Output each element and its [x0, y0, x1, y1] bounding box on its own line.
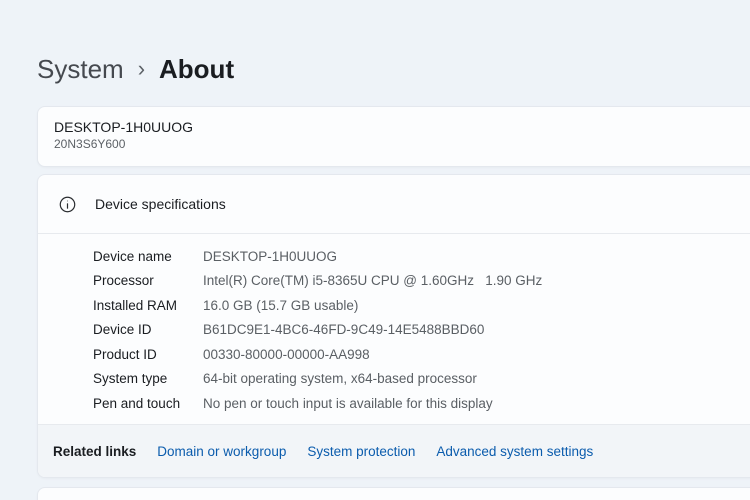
device-model: 20N3S6Y600	[54, 137, 750, 152]
spec-value: 00330-80000-00000-AA998	[203, 347, 370, 362]
spec-value: 16.0 GB (15.7 GB usable)	[203, 298, 358, 313]
spec-row-pen-and-touch: Pen and touch No pen or touch input is a…	[93, 391, 750, 416]
spec-row-device-id: Device ID B61DC9E1-4BC6-46FD-9C49-14E548…	[93, 318, 750, 343]
section-title: Device specifications	[95, 196, 226, 212]
link-system-protection[interactable]: System protection	[307, 444, 415, 459]
device-name: DESKTOP-1H0UUOG	[54, 118, 750, 136]
spec-value: No pen or touch input is available for t…	[203, 396, 493, 411]
spec-row-installed-ram: Installed RAM 16.0 GB (15.7 GB usable)	[93, 293, 750, 318]
breadcrumb-system[interactable]: System	[37, 53, 124, 85]
spec-row-product-id: Product ID 00330-80000-00000-AA998	[93, 342, 750, 367]
spec-label: Processor	[93, 273, 203, 288]
breadcrumb: System › About	[37, 52, 234, 85]
spec-row-device-name: Device name DESKTOP-1H0UUOG	[93, 244, 750, 269]
link-domain-or-workgroup[interactable]: Domain or workgroup	[157, 444, 286, 459]
info-icon	[59, 196, 76, 213]
spec-value: B61DC9E1-4BC6-46FD-9C49-14E5488BBD60	[203, 322, 484, 337]
spec-label: Device ID	[93, 322, 203, 337]
related-links-row: Related links Domain or workgroup System…	[38, 424, 750, 477]
link-advanced-system-settings[interactable]: Advanced system settings	[436, 444, 593, 459]
related-links-title: Related links	[53, 444, 136, 459]
chevron-right-icon: ›	[138, 52, 145, 85]
spec-label: Pen and touch	[93, 396, 203, 411]
page-title: About	[159, 53, 234, 85]
spec-value: 64-bit operating system, x64-based proce…	[203, 371, 477, 386]
spec-label: Device name	[93, 249, 203, 264]
spec-table: Device name DESKTOP-1H0UUOG Processor In…	[38, 234, 750, 425]
spec-label: System type	[93, 371, 203, 386]
next-section-card[interactable]	[37, 487, 750, 500]
spec-label: Product ID	[93, 347, 203, 362]
spec-value: DESKTOP-1H0UUOG	[203, 249, 337, 264]
device-specifications-header[interactable]: Device specifications	[38, 175, 750, 233]
spec-label: Installed RAM	[93, 298, 203, 313]
spec-row-processor: Processor Intel(R) Core(TM) i5-8365U CPU…	[93, 269, 750, 294]
spec-value: Intel(R) Core(TM) i5-8365U CPU @ 1.60GHz…	[203, 273, 542, 288]
device-specifications-card: Device specifications Device name DESKTO…	[37, 174, 750, 478]
spec-row-system-type: System type 64-bit operating system, x64…	[93, 367, 750, 392]
device-name-card: DESKTOP-1H0UUOG 20N3S6Y600	[37, 106, 750, 167]
